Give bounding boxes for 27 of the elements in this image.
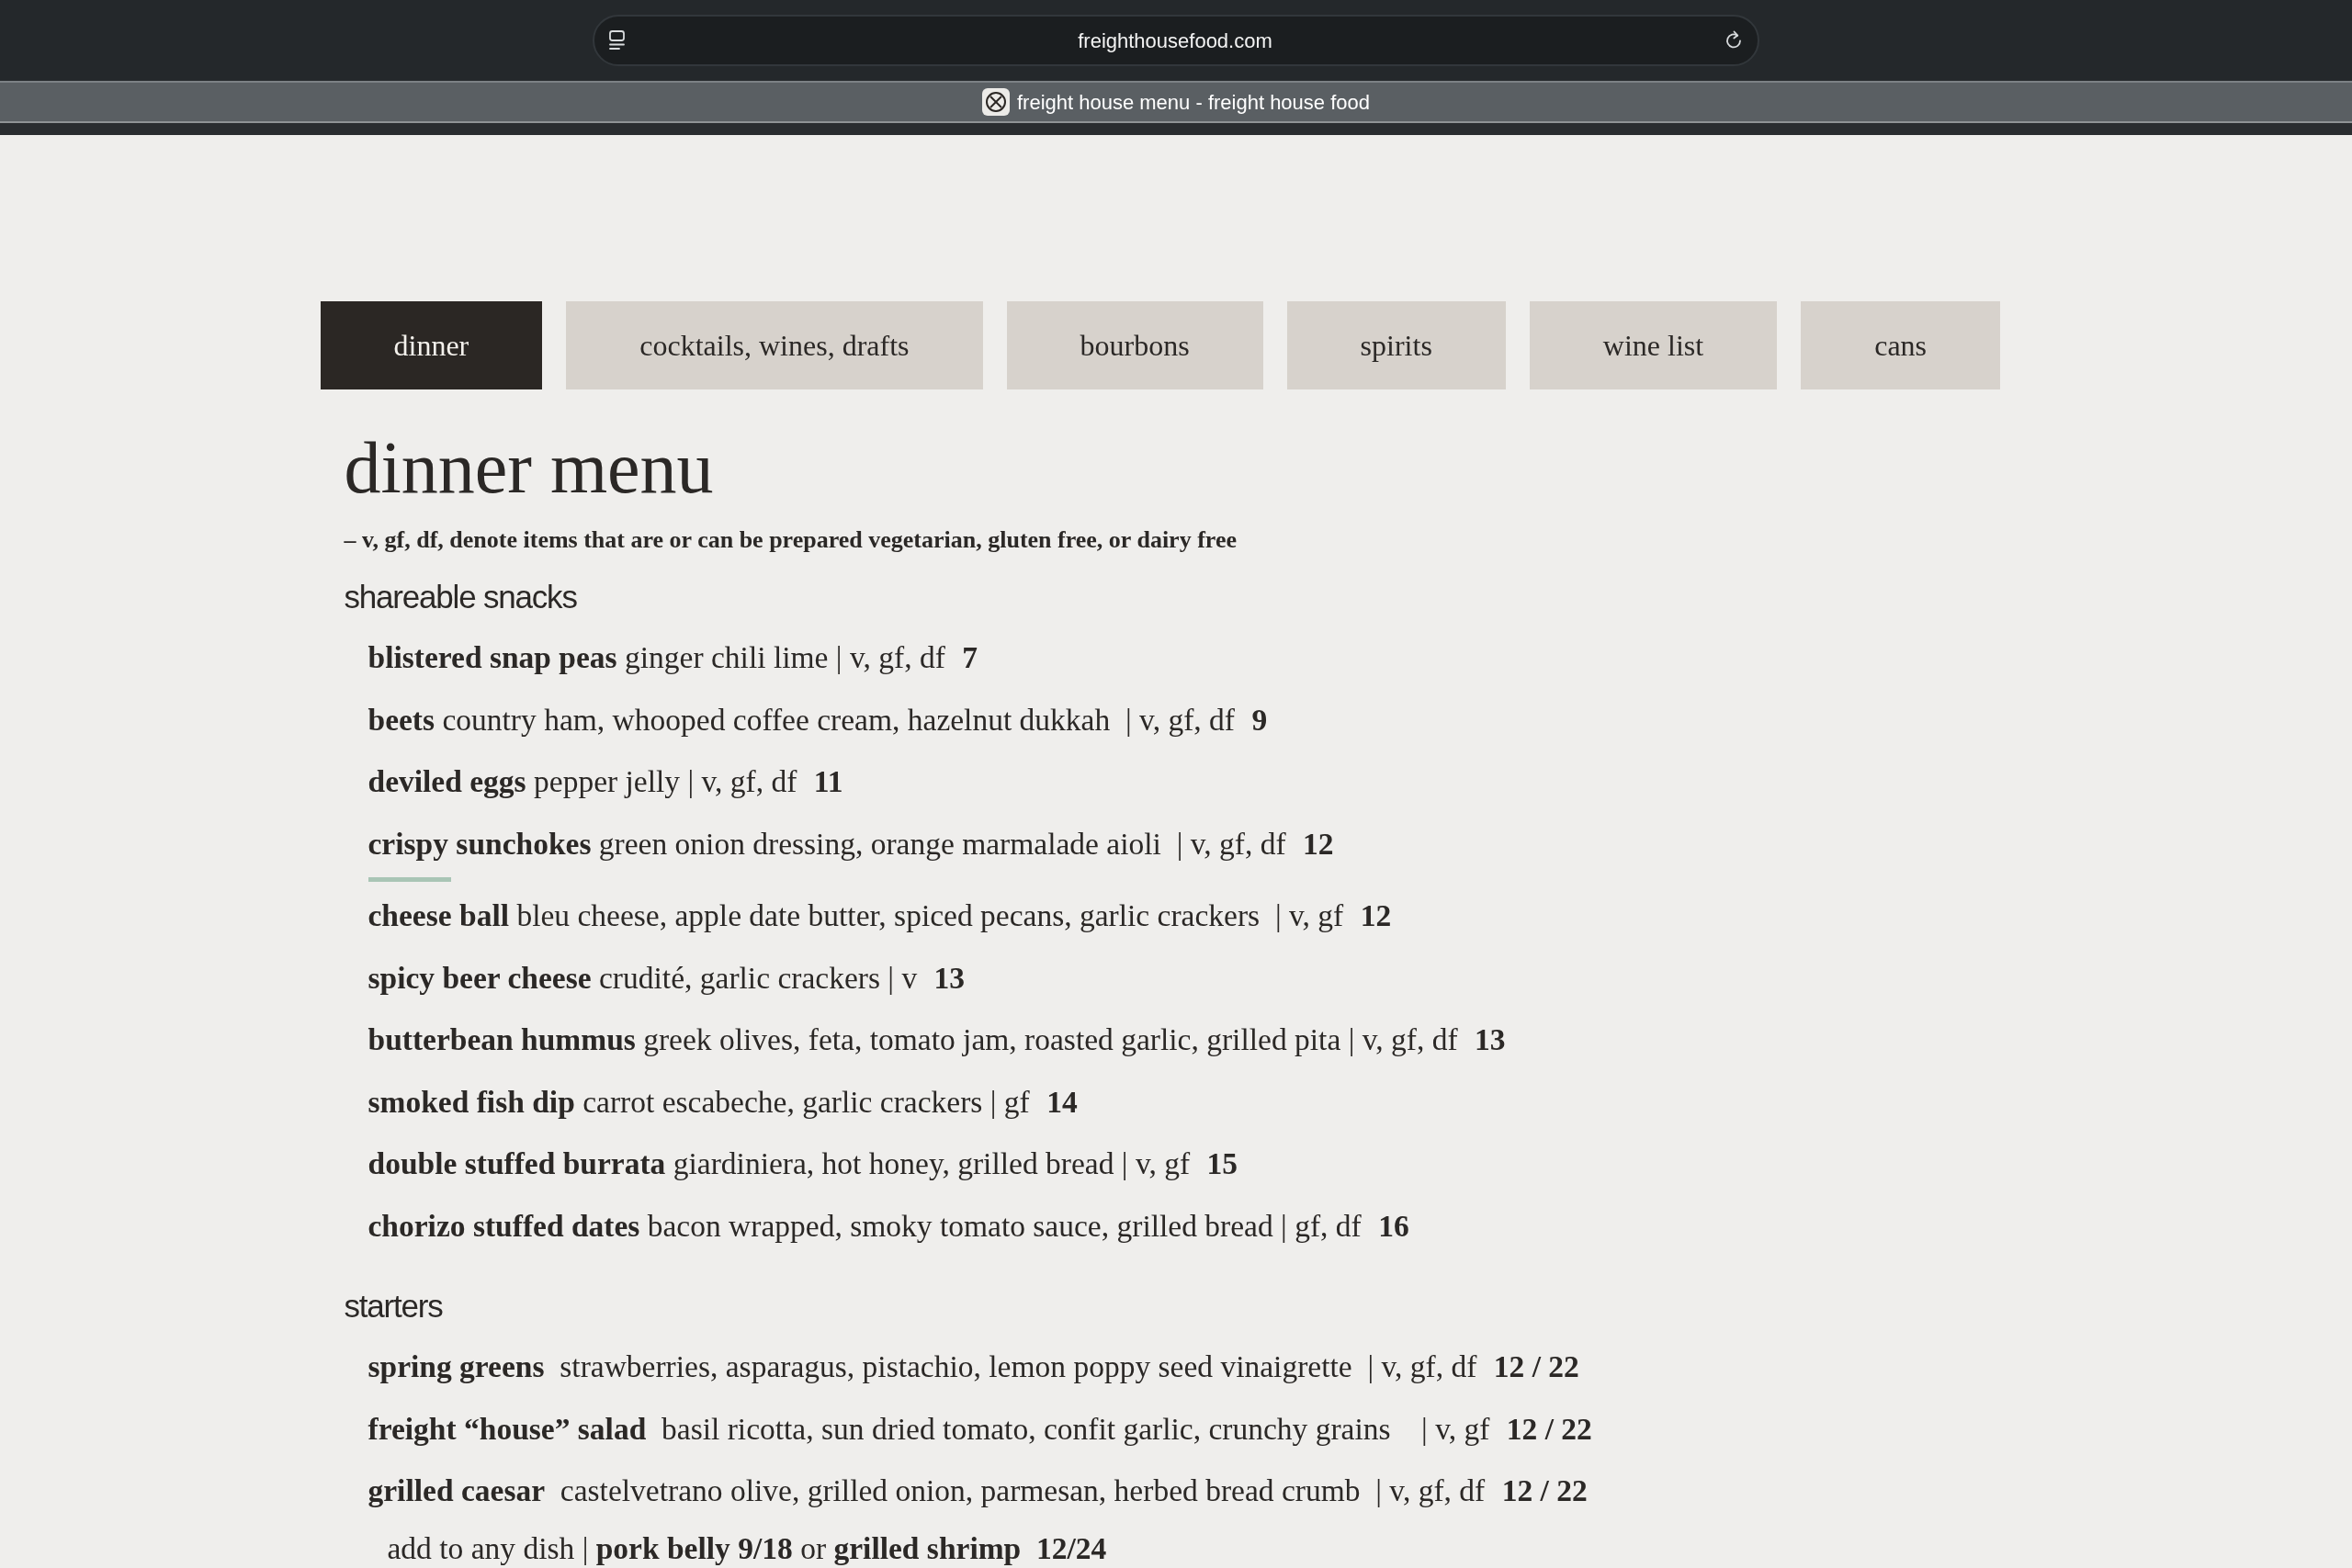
dish-text: cheese ball bleu cheese, apple date butter, spiced pecans, garlic crackers | v, gf 12: [368, 897, 1392, 934]
address-bar[interactable]: freighthousefood.com: [593, 15, 1759, 66]
dish-text: smoked fish dip carrot escabeche, garlic crackers | gf 14: [368, 1083, 1078, 1121]
menu-tab[interactable]: cans: [1801, 301, 2001, 389]
browser-tab[interactable]: freight house menu - freight house food: [982, 86, 1370, 118]
dish-text: chorizo stuffed dates bacon wrapped, smoky tomato sauce, grilled bread | gf, df 16: [368, 1207, 1409, 1245]
menu-tab[interactable]: spirits: [1286, 301, 1506, 389]
dish-text: spicy beer cheese crudité, garlic crackers | v 13: [368, 959, 966, 997]
section-heading: starters: [344, 1287, 443, 1325]
page-menu-icon[interactable]: [607, 29, 628, 51]
dish-text: double stuffed burrata giardiniera, hot honey, grilled bread | v, gf 15: [368, 1145, 1238, 1182]
add-on-note: add to any dish | pork belly 9/18 or grilled shrimp 12/24: [387, 1530, 1107, 1566]
dish-text: grilled caesar castelvetrano olive, grilled onion, parmesan, herbed bread crumb | v, gf, df 12 / 22: [368, 1472, 1588, 1509]
menu-tab[interactable]: bourbons: [1006, 301, 1263, 389]
dish-text: spring greens strawberries, asparagus, pistachio, lemon poppy seed vinaigrette | v, gf, df 12 / 22: [368, 1348, 1579, 1385]
dish-text: blistered snap peas ginger chili lime | v, gf, df 7: [368, 639, 978, 676]
dietary-note: – v, gf, df, denote items that are or can be prepared vegetarian, gluten free, or dairy free: [344, 525, 1237, 554]
dish-text: butterbean hummus greek olives, feta, tomato jam, roasted garlic, grilled pita | v, gf, df 13: [368, 1021, 1506, 1058]
menu-tab[interactable]: cocktails, wines, drafts: [566, 301, 983, 389]
menu-tab[interactable]: dinner: [320, 301, 543, 389]
dish-text: crispy sunchokes green onion dressing, orange marmalade aioli | v, gf, df 12: [368, 825, 1334, 863]
section-heading: shareable snacks: [344, 578, 577, 616]
menu-tab[interactable]: wine list: [1529, 301, 1778, 389]
page-heading: dinner menu: [344, 428, 714, 507]
dish-text: beets country ham, whooped coffee cream, hazelnut dukkah | v, gf, df 9: [368, 701, 1268, 739]
dish-text: freight “house” salad basil ricotta, sun dried tomato, confit garlic, crunchy grains | v, gf 12 / 22: [368, 1410, 1592, 1448]
dish-text: deviled eggs pepper jelly | v, gf, df 11: [368, 763, 843, 800]
